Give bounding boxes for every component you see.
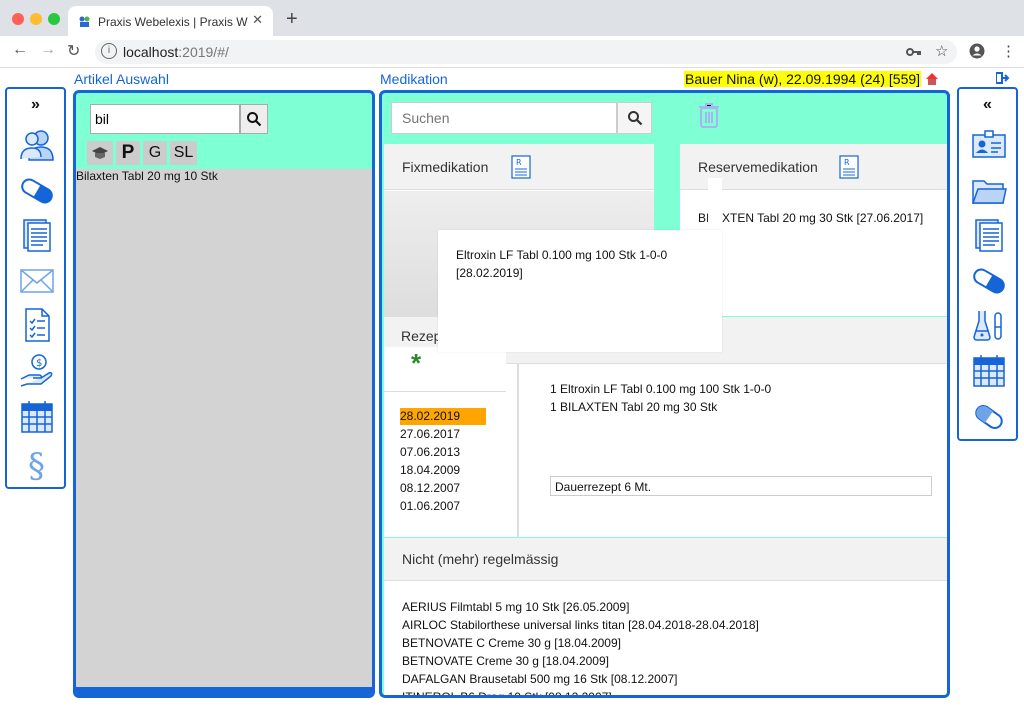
browser-tab[interactable]: Praxis Webelexis | Praxis Webelexis ✕ bbox=[68, 6, 273, 36]
nicht-regelmaessig-panel: Nicht (mehr) regelmässig AERIUS Filmtabl… bbox=[384, 538, 947, 695]
home-icon[interactable] bbox=[925, 72, 939, 86]
svg-text:R: R bbox=[516, 158, 522, 167]
fix-item-date: [28.02.2019] bbox=[456, 266, 523, 280]
drag-preview: Eltroxin LF Tabl 0.100 mg 100 Stk 1-0-0 … bbox=[438, 230, 722, 352]
artikel-result-item[interactable]: Bilaxten Tabl 20 mg 10 Stk bbox=[76, 169, 218, 183]
nicht-regelmaessig-item[interactable]: BETNOVATE C Creme 30 g [18.04.2009] bbox=[402, 636, 621, 650]
reservemedikation-title: Reservemedikation bbox=[698, 159, 818, 175]
svg-text:R: R bbox=[844, 158, 850, 167]
svg-text:§: § bbox=[28, 446, 45, 481]
add-rezept-button[interactable]: * bbox=[411, 348, 421, 379]
nicht-regelmaessig-item[interactable]: ITINEROL B6 Drag 10 Stk [08.12.2007] bbox=[402, 690, 612, 695]
minimize-window-button[interactable] bbox=[30, 13, 42, 25]
menu-icon[interactable]: ⋮ bbox=[1001, 42, 1016, 60]
nicht-regelmaessig-item[interactable]: DAFALGAN Brausetabl 500 mg 16 Stk [08.12… bbox=[402, 672, 678, 686]
rezept-detail-line: 1 Eltroxin LF Tabl 0.100 mg 100 Stk 1-0-… bbox=[550, 382, 772, 396]
svg-text:$: $ bbox=[36, 358, 42, 369]
left-nav: » $ § bbox=[5, 87, 66, 489]
filter-sl-button[interactable]: SL bbox=[170, 141, 197, 165]
url-path: :2019/#/ bbox=[178, 44, 229, 60]
reload-icon[interactable]: ↻ bbox=[67, 41, 80, 61]
url-host: localhost bbox=[123, 44, 179, 60]
medikation-panel: Fixmedikation R Reservemedikation R BI X… bbox=[379, 90, 950, 698]
graduation-cap-icon bbox=[92, 147, 108, 159]
prescription-icon[interactable]: R bbox=[511, 155, 531, 179]
rezept-date-item[interactable]: 28.02.2019 bbox=[400, 408, 486, 425]
documents-icon[interactable] bbox=[19, 217, 55, 253]
expand-left-nav-button[interactable]: » bbox=[7, 96, 64, 114]
new-tab-button[interactable]: + bbox=[286, 8, 298, 31]
nicht-regelmaessig-title: Nicht (mehr) regelmässig bbox=[402, 551, 559, 567]
rezept-date-item[interactable]: 18.04.2009 bbox=[400, 463, 460, 477]
fixmedikation-header: Fixmedikation R bbox=[384, 144, 654, 190]
logout-icon[interactable] bbox=[996, 72, 1010, 84]
medication-icon[interactable] bbox=[19, 173, 55, 209]
fix-item-name[interactable]: Eltroxin LF Tabl 0.100 mg 100 Stk 1-0-0 bbox=[456, 248, 667, 262]
mail-icon[interactable] bbox=[19, 263, 55, 299]
calendar-icon[interactable] bbox=[19, 399, 55, 435]
close-window-button[interactable] bbox=[12, 13, 24, 25]
prescription-icon[interactable]: R bbox=[839, 155, 859, 179]
folder-icon[interactable] bbox=[971, 173, 1007, 209]
patients-icon[interactable] bbox=[19, 127, 55, 163]
browser-tabbar: Praxis Webelexis | Praxis Webelexis ✕ + bbox=[0, 0, 1024, 36]
key-icon[interactable] bbox=[906, 45, 922, 59]
expand-right-nav-button[interactable]: « bbox=[959, 96, 1016, 114]
bookmark-star-icon[interactable]: ☆ bbox=[935, 42, 948, 60]
right-nav: « bbox=[957, 87, 1018, 441]
medikation-title: Medikation bbox=[380, 71, 448, 87]
nicht-regelmaessig-item[interactable]: BETNOVATE Creme 30 g [18.04.2009] bbox=[402, 654, 609, 668]
rezept-date-item[interactable]: 01.06.2007 bbox=[400, 499, 460, 513]
nicht-regelmaessig-item[interactable]: AERIUS Filmtabl 5 mg 10 Stk [26.05.2009] bbox=[402, 600, 629, 614]
favicon-icon bbox=[79, 16, 90, 27]
law-paragraph-icon[interactable]: § bbox=[19, 445, 55, 481]
medication-icon[interactable] bbox=[971, 263, 1007, 299]
calendar-icon[interactable] bbox=[971, 353, 1007, 389]
rezept-detail-line: 1 BILAXTEN Tabl 20 mg 30 Stk bbox=[550, 400, 718, 414]
rezept-date-item[interactable]: 27.06.2017 bbox=[400, 427, 460, 441]
nicht-regelmaessig-item[interactable]: AIRLOC Stabilorthese universal links tit… bbox=[402, 618, 759, 632]
filter-p-button[interactable]: P bbox=[116, 141, 140, 165]
artikel-bottom-bar bbox=[76, 687, 372, 695]
artikel-search-input[interactable] bbox=[90, 104, 240, 134]
trash-icon[interactable] bbox=[698, 102, 720, 128]
filter-g-button[interactable]: G bbox=[143, 141, 167, 165]
drag-gap bbox=[708, 178, 722, 238]
maximize-window-button[interactable] bbox=[48, 13, 60, 25]
search-icon bbox=[627, 111, 642, 126]
artikel-title: Artikel Auswahl bbox=[74, 71, 169, 87]
artikel-panel: P G SL Bilaxten Tabl 20 mg 10 Stk bbox=[73, 90, 375, 698]
search-icon bbox=[247, 112, 262, 127]
filter-generic-button[interactable] bbox=[87, 141, 113, 165]
rezepte-add-area bbox=[384, 347, 506, 392]
artikel-search-button[interactable] bbox=[240, 104, 268, 134]
rezepte-title: Rezep bbox=[401, 328, 442, 344]
checklist-icon[interactable] bbox=[19, 307, 55, 343]
address-bar[interactable]: i localhost:2019/#/ bbox=[95, 40, 957, 64]
nicht-regelmaessig-header: Nicht (mehr) regelmässig bbox=[384, 538, 947, 581]
tab-close-icon[interactable]: ✕ bbox=[252, 12, 263, 28]
medikation-search-button[interactable] bbox=[617, 102, 652, 134]
patient-card-icon[interactable] bbox=[971, 127, 1007, 163]
patient-label[interactable]: Bauer Nina (w), 22.09.1994 (24) [559] bbox=[684, 71, 922, 87]
reserve-item[interactable]: XTEN Tabl 20 mg 30 Stk [27.06.2017] bbox=[722, 211, 923, 225]
rezept-date-item[interactable]: 08.12.2007 bbox=[400, 481, 460, 495]
medikation-search-input[interactable] bbox=[391, 102, 617, 134]
site-info-icon[interactable]: i bbox=[101, 43, 117, 59]
capsule-icon[interactable] bbox=[971, 399, 1007, 435]
rezept-date-item[interactable]: 07.06.2013 bbox=[400, 445, 460, 459]
browser-toolbar: ← → ↻ i localhost:2019/#/ ☆ ⋮ bbox=[0, 36, 1024, 68]
forward-icon[interactable]: → bbox=[40, 41, 56, 59]
profile-icon[interactable] bbox=[969, 43, 985, 59]
fixmedikation-title: Fixmedikation bbox=[402, 159, 489, 175]
tab-title: Praxis Webelexis | Praxis Webelexis bbox=[98, 15, 248, 29]
rezept-remark-field[interactable]: Dauerrezept 6 Mt. bbox=[550, 476, 932, 496]
laboratory-icon[interactable] bbox=[971, 307, 1007, 343]
back-icon[interactable]: ← bbox=[12, 41, 28, 59]
documents-icon[interactable] bbox=[971, 217, 1007, 253]
billing-icon[interactable]: $ bbox=[19, 353, 55, 389]
